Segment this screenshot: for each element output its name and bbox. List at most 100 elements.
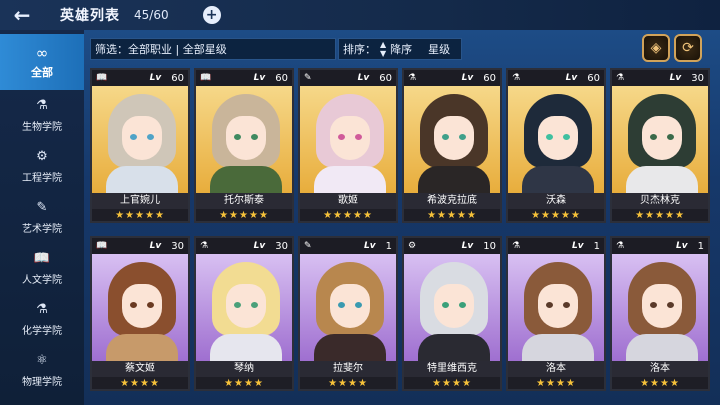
hero-card[interactable]: 📖 Lv 60 上官婉儿 ★★★★★ xyxy=(90,68,190,223)
hero-card[interactable]: ✎ Lv 60 歌姬 ★★★★★ xyxy=(298,68,398,223)
portrait-face xyxy=(642,284,682,328)
portrait-eye xyxy=(147,134,154,140)
hero-card[interactable]: ⚗ Lv 1 洛本 ★★★★ xyxy=(610,236,710,391)
book-icon: 📖 xyxy=(33,251,51,266)
codex-button-icon[interactable]: ◈ xyxy=(642,34,670,62)
hero-name: 特里维西克 xyxy=(404,361,500,377)
sidebar-item-5[interactable]: ⚗ 化学学院 xyxy=(0,294,84,345)
portrait-eye xyxy=(650,302,657,308)
hero-card[interactable]: ⚗ Lv 60 沃森 ★★★★★ xyxy=(506,68,606,223)
hero-card[interactable]: ⚗ Lv 30 琴纳 ★★★★ xyxy=(194,236,294,391)
hero-name: 洛本 xyxy=(612,361,708,377)
sidebar-item-0[interactable]: ∞ 全部 xyxy=(0,34,84,90)
back-arrow-icon[interactable]: ← xyxy=(0,0,44,30)
hero-card[interactable]: ⚙ Lv 10 特里维西克 ★★★★ xyxy=(402,236,502,391)
sort-bar[interactable]: 排序： ▲ ▼ 降序 星级 xyxy=(338,38,462,60)
level-label: Lv xyxy=(357,73,370,83)
hero-name: 希波克拉底 xyxy=(404,193,500,209)
hero-name: 托尔斯泰 xyxy=(196,193,292,209)
hero-level: 30 xyxy=(275,240,288,252)
level-label: Lv xyxy=(149,241,162,251)
portrait-eye xyxy=(130,134,137,140)
hero-level: 1 xyxy=(593,240,600,252)
bio-icon: ⚗ xyxy=(512,241,521,251)
refresh-button-icon[interactable]: ⟳ xyxy=(674,34,702,62)
hero-name: 上官婉儿 xyxy=(92,193,188,209)
sidebar-item-label: 物理学院 xyxy=(22,377,62,388)
hero-portrait xyxy=(404,86,500,196)
hero-level: 10 xyxy=(483,240,496,252)
portrait-eye xyxy=(251,302,258,308)
portrait-outfit xyxy=(314,166,386,196)
sort-field[interactable]: 星级 xyxy=(428,41,450,57)
sidebar-item-label: 艺术学院 xyxy=(22,224,62,235)
card-header: ⚗ Lv 1 xyxy=(612,238,708,254)
hero-level: 60 xyxy=(379,72,392,84)
level-label: Lv xyxy=(364,241,376,251)
hero-level: 30 xyxy=(691,72,704,84)
sidebar-item-4[interactable]: 📖 人文学院 xyxy=(0,243,84,294)
portrait-face xyxy=(122,284,162,328)
card-header: ⚗ Lv 1 xyxy=(508,238,604,254)
sidebar-item-label: 人文学院 xyxy=(22,275,62,286)
hero-stars: ★★★★★ xyxy=(92,209,188,221)
card-header: 📖 Lv 60 xyxy=(92,70,188,86)
hero-stars: ★★★★ xyxy=(612,377,708,389)
level-label: Lv xyxy=(669,73,682,83)
portrait-eye xyxy=(147,302,154,308)
portrait-outfit xyxy=(626,334,698,364)
hero-card[interactable]: ⚗ Lv 60 希波克拉底 ★★★★★ xyxy=(402,68,502,223)
portrait-face xyxy=(434,116,474,160)
hero-card[interactable]: ⚗ Lv 30 贝杰林克 ★★★★★ xyxy=(610,68,710,223)
hero-portrait xyxy=(300,86,396,196)
sort-direction-icon[interactable]: ▲ ▼ xyxy=(380,40,386,58)
portrait-outfit xyxy=(314,334,386,364)
card-header: ⚗ Lv 30 xyxy=(196,238,292,254)
hero-card[interactable]: ⚗ Lv 1 洛本 ★★★★ xyxy=(506,236,606,391)
sidebar-item-label: 全部 xyxy=(31,66,53,79)
hero-portrait xyxy=(92,86,188,196)
level-label: Lv xyxy=(461,241,474,251)
sidebar-item-label: 化学学院 xyxy=(22,326,62,337)
sidebar-item-1[interactable]: ⚗ 生物学院 xyxy=(0,90,84,141)
page-title: 英雄列表 xyxy=(60,8,120,24)
hero-portrait xyxy=(508,254,604,364)
card-header: 📖 Lv 30 xyxy=(92,238,188,254)
level-label: Lv xyxy=(149,73,162,83)
hero-stars: ★★★★ xyxy=(508,377,604,389)
hero-stars: ★★★★★ xyxy=(300,209,396,221)
hero-card[interactable]: ✎ Lv 1 拉斐尔 ★★★★ xyxy=(298,236,398,391)
portrait-eye xyxy=(355,302,362,308)
hero-stars: ★★★★★ xyxy=(508,209,604,221)
bio-icon: ⚗ xyxy=(36,98,48,113)
sort-order[interactable]: 降序 xyxy=(390,41,412,57)
hero-name: 沃森 xyxy=(508,193,604,209)
portrait-outfit xyxy=(522,166,594,196)
hero-portrait xyxy=(92,254,188,364)
portrait-outfit xyxy=(106,334,178,364)
hero-name: 琴纳 xyxy=(196,361,292,377)
sidebar-item-2[interactable]: ⚙ 工程学院 xyxy=(0,141,84,192)
card-header: ⚗ Lv 30 xyxy=(612,70,708,86)
brush-icon: ✎ xyxy=(36,200,48,215)
infinity-icon: ∞ xyxy=(35,44,49,62)
hero-card[interactable]: 📖 Lv 30 蔡文姬 ★★★★ xyxy=(90,236,190,391)
hero-stars: ★★★★★ xyxy=(612,209,708,221)
card-header: ⚙ Lv 10 xyxy=(404,238,500,254)
sidebar-item-6[interactable]: ⚛ 物理学院 xyxy=(0,345,84,396)
hero-level: 1 xyxy=(697,240,704,252)
sidebar-item-3[interactable]: ✎ 艺术学院 xyxy=(0,192,84,243)
hero-card[interactable]: 📖 Lv 60 托尔斯泰 ★★★★★ xyxy=(194,68,294,223)
hero-count: 45/60 xyxy=(134,8,169,22)
flask-icon: ⚗ xyxy=(36,302,48,317)
card-header: 📖 Lv 60 xyxy=(196,70,292,86)
filter-bar[interactable]: 筛选：全部职业 | 全部星级 xyxy=(90,38,336,60)
portrait-eye xyxy=(546,302,553,308)
hero-stars: ★★★★★ xyxy=(404,209,500,221)
portrait-face xyxy=(434,284,474,328)
brush-icon: ✎ xyxy=(304,241,312,251)
add-slot-button[interactable]: + xyxy=(202,6,221,24)
hero-level: 30 xyxy=(171,240,184,252)
card-header: ✎ Lv 60 xyxy=(300,70,396,86)
hero-portrait xyxy=(404,254,500,364)
